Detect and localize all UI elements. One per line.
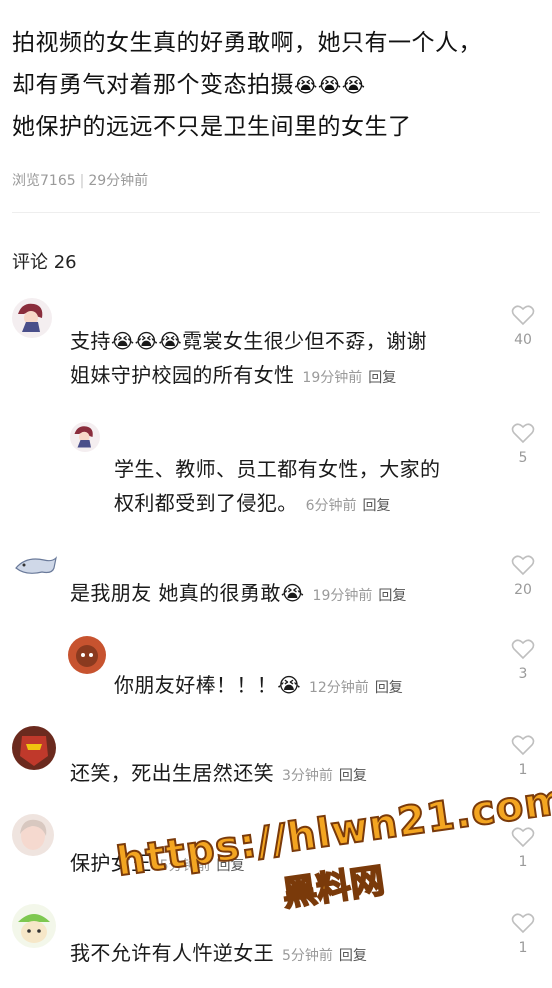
- comment-text: 还笑，死出生居然还笑 3分钟前 回复: [70, 756, 510, 793]
- heart-icon: [511, 555, 535, 576]
- reply-button[interactable]: 回复: [375, 680, 403, 696]
- reply-button[interactable]: 回复: [339, 768, 367, 784]
- like-count: 20: [514, 582, 532, 598]
- crying-emoji-icon: 😭😭😭: [294, 73, 366, 97]
- avatar[interactable]: [12, 726, 56, 770]
- reply-button[interactable]: 回复: [378, 588, 406, 604]
- crying-emoji-icon: 😭: [277, 673, 301, 697]
- comment-time: 19分钟前: [312, 588, 373, 604]
- comment-time: 5分钟前: [282, 948, 333, 964]
- post-meta: 浏览7165 | 29分钟前: [12, 170, 148, 190]
- post-line-2-text: 却有勇气对着那个变态拍摄: [12, 72, 294, 98]
- avatar[interactable]: [12, 550, 58, 582]
- avatar[interactable]: [68, 636, 106, 674]
- reply-button[interactable]: 回复: [368, 370, 396, 386]
- comment-text-part: 权利都受到了侵犯。: [114, 491, 298, 515]
- watermark: https://hlwn21.com 黑料网: [113, 776, 552, 958]
- post-line-1: 拍视频的女生真的好勇敢啊，她只有一个人，: [12, 30, 482, 56]
- like-count: 3: [518, 666, 528, 682]
- post-time: 29分钟前: [88, 173, 149, 189]
- comment-text-part: 学生、教师、员工都有女性，大家的: [114, 457, 441, 481]
- like-count: 1: [518, 940, 528, 956]
- post-content: 拍视频的女生真的好勇敢啊，她只有一个人， 却有勇气对着那个变态拍摄😭😭😭 她保护…: [12, 22, 542, 148]
- comment-text-part: 你朋友好棒！！！: [114, 673, 278, 697]
- comment-text-part: 还笑，死出生居然还笑: [70, 761, 274, 785]
- comment-time: 3分钟前: [282, 768, 333, 784]
- like-button[interactable]: 5: [506, 422, 540, 466]
- avatar[interactable]: [12, 904, 56, 948]
- avatar[interactable]: [12, 298, 52, 338]
- like-button[interactable]: 3: [506, 638, 540, 682]
- meta-separator: |: [79, 173, 85, 189]
- comment-text: 是我朋友 她真的很勇敢😭 19分钟前 回复: [70, 576, 510, 613]
- heart-icon: [511, 423, 535, 444]
- comments-header: 评论 26: [12, 252, 77, 273]
- comment-text-part: 是我朋友 她真的很勇敢: [70, 581, 281, 605]
- like-count: 1: [518, 762, 528, 778]
- crying-emoji-icon: 😭😭😭: [110, 329, 183, 353]
- like-button[interactable]: 20: [506, 554, 540, 598]
- heart-icon: [511, 913, 535, 934]
- post-line-3: 她保护的远远不只是卫生间里的女生了: [12, 114, 412, 140]
- heart-icon: [511, 305, 535, 326]
- crying-emoji-icon: 😭: [280, 581, 305, 605]
- reply-button[interactable]: 回复: [339, 948, 367, 964]
- comment-text: 你朋友好棒！！！😭 12分钟前 回复: [114, 668, 514, 705]
- comment-text: 学生、教师、员工都有女性，大家的 权利都受到了侵犯。 6分钟前 回复: [114, 452, 514, 523]
- comment-time: 19分钟前: [302, 370, 363, 386]
- watermark-name: 黑料网: [279, 860, 388, 916]
- comment-time: 12分钟前: [308, 680, 369, 696]
- divider: [12, 212, 540, 213]
- avatar[interactable]: [12, 814, 54, 856]
- comment-text-part: 姐妹守护校园的所有女性: [70, 363, 295, 387]
- view-count: 浏览7165: [12, 173, 76, 189]
- avatar[interactable]: [70, 422, 100, 452]
- like-count: 40: [514, 332, 532, 348]
- heart-icon: [511, 639, 535, 660]
- comment-text-part: 霓裳女生很少但不孬，谢谢: [182, 329, 427, 353]
- like-button[interactable]: 40: [506, 304, 540, 348]
- post-line-2: 却有勇气对着那个变态拍摄😭😭😭: [12, 64, 542, 106]
- comment-time: 6分钟前: [305, 498, 357, 514]
- comment-text-part: 支持: [70, 329, 111, 353]
- like-count: 5: [518, 450, 528, 466]
- comment-text: 支持😭😭😭霓裳女生很少但不孬，谢谢 姐妹守护校园的所有女性 19分钟前 回复: [70, 324, 510, 395]
- heart-icon: [511, 735, 535, 756]
- like-button[interactable]: 1: [506, 912, 540, 956]
- reply-button[interactable]: 回复: [363, 498, 391, 514]
- like-button[interactable]: 1: [506, 734, 540, 778]
